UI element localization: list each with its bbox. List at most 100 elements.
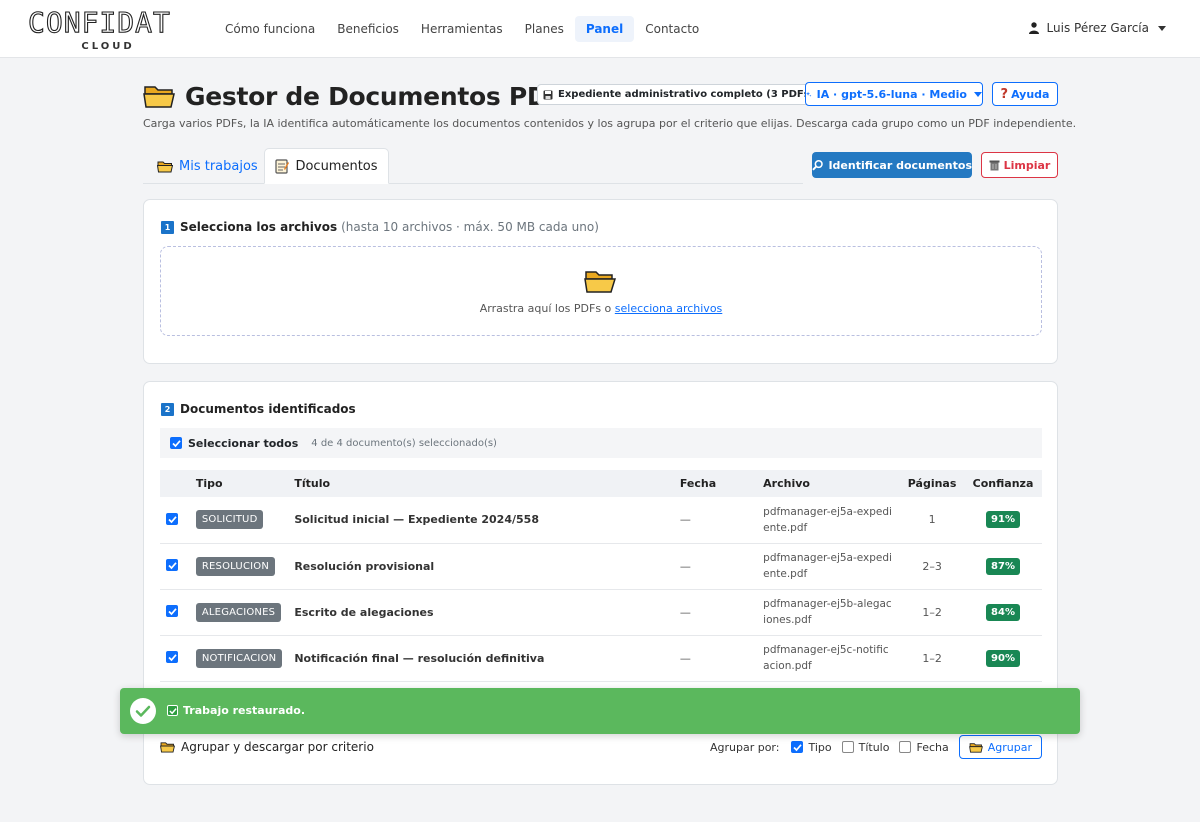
group-tipo-checkbox[interactable] [791, 741, 804, 753]
user-menu[interactable]: Luis Pérez García [1028, 21, 1166, 35]
column-header-paginas[interactable]: Páginas [900, 470, 964, 497]
group-title-label: Agrupar y descargar por criterio [181, 740, 374, 754]
confidence-badge: 84% [986, 603, 1020, 621]
sparkles-icon [806, 91, 812, 97]
expediente-badge-label: Expediente administrativo completo (3 PD… [558, 89, 815, 100]
row-checkbox[interactable] [166, 559, 178, 572]
document-title: Notificación final — resolución definiti… [294, 651, 545, 665]
step1-header: 1 Selecciona los archivos (hasta 10 arch… [161, 220, 599, 234]
type-badge: ALEGACIONES [195, 602, 282, 622]
nav-como-funciona[interactable]: Cómo funciona [214, 16, 326, 42]
identify-documents-button[interactable]: Identificar documentos [812, 152, 972, 178]
group-button-label: Agrupar [987, 740, 1032, 754]
column-header-archivo[interactable]: Archivo [757, 470, 900, 497]
document-date: — [679, 513, 691, 527]
group-option-titulo[interactable]: Título [841, 740, 890, 754]
row-checkbox[interactable] [166, 651, 178, 664]
clear-button[interactable]: Limpiar [981, 152, 1058, 178]
group-download-bar: Agrupar y descargar por criterio Agrupar… [160, 734, 1042, 760]
page-title: Gestor de Documentos PDF [185, 81, 565, 111]
confidence-badge: 91% [986, 511, 1020, 529]
step1-hint: (hasta 10 archivos · máx. 50 MB cada uno… [341, 220, 599, 234]
trash-icon [989, 160, 1000, 171]
file-select-card: 1 Selecciona los archivos (hasta 10 arch… [143, 199, 1058, 364]
confidence-badge: 90% [986, 649, 1020, 667]
table-row[interactable]: ALEGACIONES Escrito de alegaciones — pdf… [160, 589, 1042, 635]
folder-icon [157, 161, 173, 172]
brand-name: CONFIDAT [27, 6, 171, 39]
select-all-label[interactable]: Seleccionar todos [188, 437, 298, 450]
nav-contacto[interactable]: Contacto [634, 16, 710, 42]
check-circle-icon [130, 698, 156, 724]
select-all-checkbox[interactable] [170, 437, 182, 449]
table-row[interactable]: NOTIFICACION Notificación final — resolu… [160, 635, 1042, 681]
column-header-titulo[interactable]: Título [288, 470, 674, 497]
group-controls: Agrupar por: Tipo Título Fecha Agrupar [710, 734, 1042, 760]
column-header-fecha[interactable]: Fecha [674, 470, 757, 497]
toast-text: Trabajo restaurado. [183, 704, 305, 717]
document-title: Solicitud inicial — Expediente 2024/558 [294, 513, 539, 527]
help-button[interactable]: ? Ayuda [992, 82, 1058, 106]
group-fecha-checkbox[interactable] [899, 741, 912, 753]
chevron-down-icon [974, 91, 982, 97]
table-row[interactable]: RESOLUCION Resolución provisional — pdfm… [160, 543, 1042, 589]
document-title: Resolución provisional [294, 559, 435, 573]
group-tipo-label: Tipo [808, 740, 832, 754]
step2-number: 2 [161, 402, 174, 416]
magnifier-icon [812, 159, 823, 171]
page-range: 1 [928, 513, 936, 527]
nav-herramientas[interactable]: Herramientas [410, 16, 514, 42]
group-by-label: Agrupar por: [709, 740, 780, 754]
source-file: pdfmanager-ej5a-expediente.pdf [763, 505, 892, 534]
memo-icon [275, 158, 290, 174]
page-range: 2–3 [922, 559, 942, 573]
group-option-fecha[interactable]: Fecha [899, 740, 949, 754]
pdf-dropzone[interactable]: Arrastra aquí los PDFs o selecciona arch… [160, 246, 1042, 336]
column-select [160, 470, 190, 497]
dropzone-text: Arrastra aquí los PDFs o selecciona arch… [161, 302, 1041, 315]
user-name: Luis Pérez García [1046, 21, 1149, 35]
page-range: 1–2 [922, 605, 942, 619]
expediente-badge[interactable]: Expediente administrativo completo (3 PD… [537, 84, 822, 105]
folder-icon [143, 86, 175, 108]
group-titulo-checkbox[interactable] [841, 741, 854, 753]
ai-model-label: IA · gpt-5.6-luna · Medio [816, 87, 967, 101]
tab-documentos[interactable]: Documentos [264, 148, 389, 184]
column-header-tipo[interactable]: Tipo [190, 470, 288, 497]
ai-model-dropdown[interactable]: IA · gpt-5.6-luna · Medio [805, 82, 983, 106]
document-date: — [679, 559, 691, 573]
row-checkbox[interactable] [166, 605, 178, 618]
top-navbar: CONFIDAT CLOUD Cómo funciona Beneficios … [0, 0, 1200, 58]
confidence-badge: 87% [986, 557, 1020, 575]
brand-subtitle: CLOUD [81, 41, 135, 52]
page-description: Carga varios PDFs, la IA identifica auto… [143, 117, 1077, 130]
step2-header: 2 Documentos identificados [161, 402, 356, 416]
table-row[interactable]: SOLICITUD Solicitud inicial — Expediente… [160, 497, 1042, 543]
dropzone-instructions: Arrastra aquí los PDFs o [479, 302, 612, 315]
step2-title: Documentos identificados [180, 402, 356, 416]
tab-documentos-label: Documentos [295, 158, 378, 174]
success-toast[interactable]: Trabajo restaurado. [120, 688, 1080, 734]
toast-message: Trabajo restaurado. [167, 704, 305, 717]
group-option-tipo[interactable]: Tipo [791, 740, 832, 754]
brand-logo[interactable]: CONFIDAT CLOUD [27, 6, 190, 54]
selection-count: 4 de 4 documento(s) seleccionado(s) [311, 437, 497, 449]
group-titulo-label: Título [858, 740, 890, 754]
chevron-down-icon [1158, 25, 1166, 31]
main-nav: Cómo funciona Beneficios Herramientas Pl… [214, 16, 710, 42]
select-all-bar: Seleccionar todos 4 de 4 documento(s) se… [160, 428, 1042, 458]
document-title: Escrito de alegaciones [294, 605, 434, 619]
group-button[interactable]: Agrupar [958, 735, 1042, 759]
nav-panel[interactable]: Panel [574, 16, 635, 42]
column-header-confianza[interactable]: Confianza [964, 470, 1042, 497]
source-file: pdfmanager-ej5b-alegaciones.pdf [763, 598, 892, 626]
select-files-link[interactable]: selecciona archivos [615, 302, 722, 315]
floppy-disk-icon [543, 90, 553, 99]
group-fecha-label: Fecha [916, 740, 949, 754]
nav-beneficios[interactable]: Beneficios [326, 16, 410, 42]
type-badge: NOTIFICACION [195, 648, 283, 668]
tab-mis-trabajos-label: Mis trabajos [179, 158, 258, 174]
row-checkbox[interactable] [166, 513, 178, 525]
tab-mis-trabajos[interactable]: Mis trabajos [157, 148, 258, 184]
nav-planes[interactable]: Planes [514, 16, 575, 42]
